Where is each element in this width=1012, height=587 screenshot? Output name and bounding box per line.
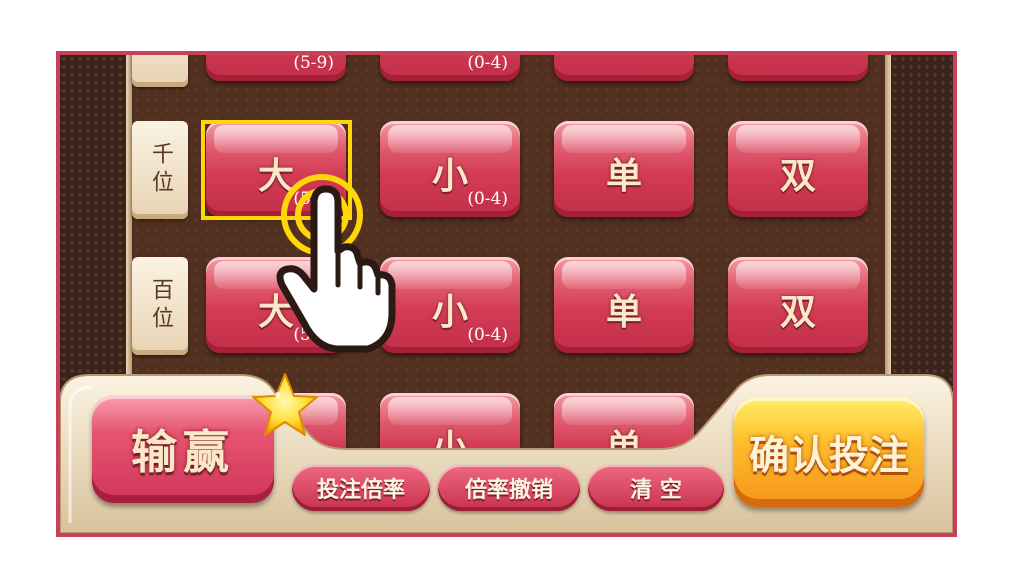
undo-rate-button[interactable]: 倍率撤销 [438,465,580,511]
bet-button-hundreds-odd[interactable]: 单 [554,257,694,353]
clear-button[interactable]: 清 空 [588,465,724,511]
range-label: (0-4) [467,189,508,209]
bet-button-top-4[interactable] [728,55,868,81]
bet-rate-button[interactable]: 投注倍率 [292,465,430,511]
bet-label: 双 [779,292,816,333]
position-tag-hundreds: 百位 [132,257,188,355]
bet-button-top-2[interactable]: (0-4) [380,53,520,81]
pointing-hand-icon [276,174,396,353]
win-lose-button[interactable]: 输赢 [92,395,274,503]
bet-label: 单 [605,292,642,333]
bet-button-top-1[interactable]: (5-9) [206,53,346,81]
range-label: (5-9) [293,53,334,73]
confirm-bet-button[interactable]: 确认投注 [734,397,924,507]
bet-button-thousands-even[interactable]: 双 [728,121,868,217]
bet-label: 单 [605,156,642,197]
range-label: (0-4) [467,325,508,345]
range-label: (0-4) [467,53,508,73]
star-icon [252,373,318,436]
bet-button-thousands-odd[interactable]: 单 [554,121,694,217]
position-tag-thousands: 千位 [132,121,188,219]
bet-button-top-3[interactable] [554,55,694,81]
game-board-frame: 位 (5-9) (0-4) 千位 大 (5-9) 小 (0-4) 单 双 百位 … [56,51,957,537]
position-tag-top: 位 [132,55,188,87]
bet-label: 双 [779,156,816,197]
bet-button-hundreds-even[interactable]: 双 [728,257,868,353]
